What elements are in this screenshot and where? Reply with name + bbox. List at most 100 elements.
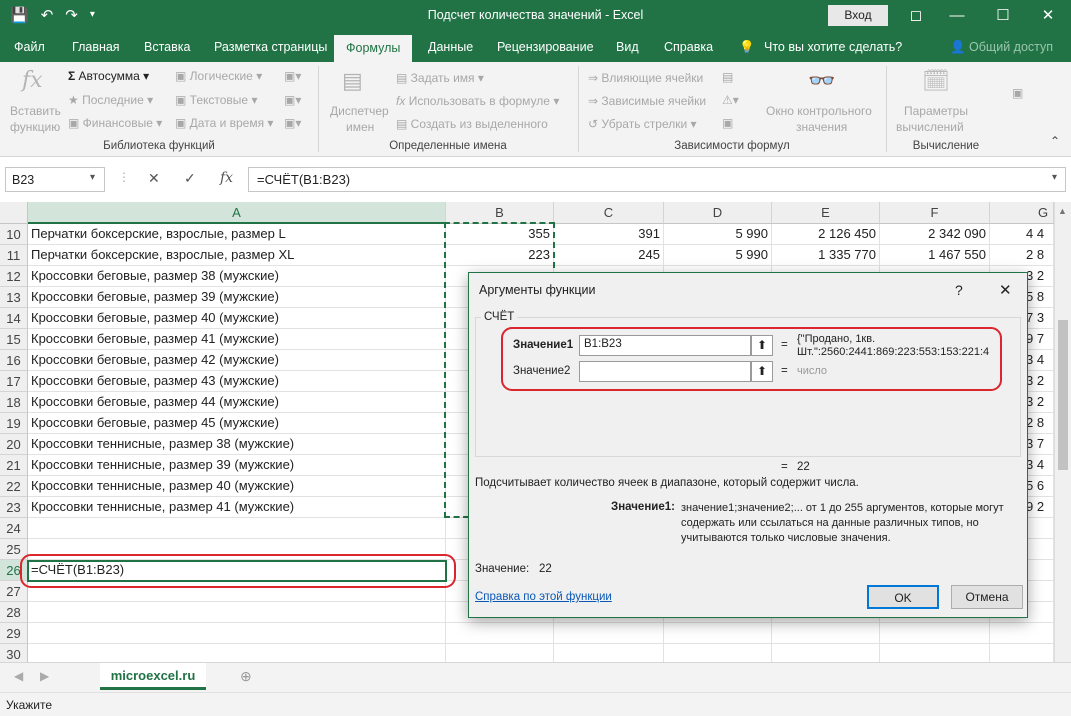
select-all-corner[interactable] xyxy=(0,202,28,224)
row-header[interactable]: 23 xyxy=(0,497,28,518)
row-header[interactable]: 21 xyxy=(0,455,28,476)
ribbon-display-icon[interactable]: ◻ xyxy=(893,0,939,32)
column-header-C[interactable]: C xyxy=(554,202,664,224)
confirm-entry-icon[interactable]: ✓ xyxy=(184,170,196,187)
sheet-tab-microexcel[interactable]: microexcel.ru xyxy=(100,663,206,690)
tab-home[interactable]: Главная xyxy=(70,32,122,62)
cancel-entry-icon[interactable]: ✕ xyxy=(148,170,160,187)
use-in-formula-button[interactable]: fx Использовать в формуле ▾ xyxy=(396,94,559,108)
tell-me-search[interactable]: Что вы хотите сделать? xyxy=(762,32,904,62)
vertical-scrollbar[interactable]: ▲ xyxy=(1054,202,1071,662)
tab-page-layout[interactable]: Разметка страницы xyxy=(212,32,329,62)
cell-f[interactable]: 2 342 090 xyxy=(880,224,990,245)
name-box-dropdown-icon[interactable]: ▾ xyxy=(90,172,95,183)
cell-a[interactable]: Кроссовки беговые, размер 43 (мужские) xyxy=(28,371,446,392)
cell-g[interactable]: 2 8 xyxy=(990,245,1054,266)
lookup-icon[interactable]: ▣▾ xyxy=(284,69,301,83)
cell-a[interactable]: Кроссовки беговые, размер 39 (мужские) xyxy=(28,287,446,308)
scroll-up-icon[interactable]: ▲ xyxy=(1058,206,1067,216)
prev-sheet-icon[interactable]: ◀ xyxy=(14,669,23,683)
cell-a[interactable]: Перчатки боксерские, взрослые, размер XL xyxy=(28,245,446,266)
insert-function-fx-icon[interactable]: fx xyxy=(220,170,233,186)
column-header-D[interactable]: D xyxy=(664,202,772,224)
insert-function-label2[interactable]: функцию xyxy=(10,120,60,134)
tab-insert[interactable]: Вставка xyxy=(142,32,192,62)
help-link[interactable]: Справка по этой функции xyxy=(475,591,612,603)
cell-a[interactable]: Кроссовки беговые, размер 38 (мужские) xyxy=(28,266,446,287)
dialog-close-icon[interactable]: ✕ xyxy=(999,281,1012,299)
arg2-input[interactable] xyxy=(579,361,751,382)
minimize-icon[interactable]: — xyxy=(934,0,980,32)
row-header[interactable]: 29 xyxy=(0,623,28,644)
expand-formula-bar-icon[interactable]: ▾ xyxy=(1052,172,1057,183)
column-header-E[interactable]: E xyxy=(772,202,880,224)
tab-data[interactable]: Данные xyxy=(426,32,475,62)
cancel-button[interactable]: Отмена xyxy=(951,585,1023,609)
cell-d[interactable]: 5 990 xyxy=(664,245,772,266)
calc-options-label2[interactable]: вычислений xyxy=(896,120,964,134)
tab-file[interactable]: Файл xyxy=(12,32,47,62)
ok-button[interactable]: OK xyxy=(867,585,939,609)
tab-formulas[interactable]: Формулы xyxy=(334,35,413,62)
cell-g[interactable]: 4 4 xyxy=(990,224,1054,245)
datetime-button[interactable]: ▣ Дата и время ▾ xyxy=(175,116,273,130)
column-header-B[interactable]: B xyxy=(446,202,554,224)
row-header[interactable]: 19 xyxy=(0,413,28,434)
row-header[interactable]: 17 xyxy=(0,371,28,392)
cell-a[interactable]: Кроссовки теннисные, размер 41 (мужские) xyxy=(28,497,446,518)
cell-a[interactable]: Кроссовки беговые, размер 41 (мужские) xyxy=(28,329,446,350)
cell-e[interactable] xyxy=(772,623,880,644)
evaluate-formula-icon[interactable]: ▣ xyxy=(722,116,733,130)
row-header[interactable]: 28 xyxy=(0,602,28,623)
name-manager-label1[interactable]: Диспетчер xyxy=(330,104,389,118)
collapse-ribbon-icon[interactable]: ⌃ xyxy=(1050,134,1060,148)
cell-a[interactable]: Кроссовки беговые, размер 45 (мужские) xyxy=(28,413,446,434)
cell-f[interactable] xyxy=(880,623,990,644)
logical-button[interactable]: ▣ Логические ▾ xyxy=(175,69,262,83)
column-header-A[interactable]: A xyxy=(28,202,446,224)
cell-d[interactable]: 5 990 xyxy=(664,224,772,245)
column-header-F[interactable]: F xyxy=(880,202,990,224)
arg1-collapse-icon[interactable]: ⬆ xyxy=(751,335,773,356)
help-icon[interactable]: ? xyxy=(955,282,963,298)
cell-a[interactable]: Кроссовки теннисные, размер 38 (мужские) xyxy=(28,434,446,455)
create-from-selection-button[interactable]: ▤ Создать из выделенного xyxy=(396,117,548,131)
arg2-collapse-icon[interactable]: ⬆ xyxy=(751,361,773,382)
cell-f[interactable]: 1 467 550 xyxy=(880,245,990,266)
next-sheet-icon[interactable]: ▶ xyxy=(40,669,49,683)
arg1-input[interactable]: B1:B23 xyxy=(579,335,751,356)
error-checking-icon[interactable]: ⚠▾ xyxy=(722,93,739,107)
close-icon[interactable]: ✕ xyxy=(1025,0,1071,32)
show-formulas-icon[interactable]: ▤ xyxy=(722,70,733,84)
row-header[interactable]: 24 xyxy=(0,518,28,539)
column-header-G[interactable]: G xyxy=(990,202,1054,224)
cell-a[interactable]: Кроссовки беговые, размер 42 (мужские) xyxy=(28,350,446,371)
login-button[interactable]: Вход xyxy=(828,5,888,26)
more-functions-icon[interactable]: ▣▾ xyxy=(284,116,301,130)
maximize-icon[interactable]: ☐ xyxy=(980,0,1026,32)
tab-view[interactable]: Вид xyxy=(614,32,641,62)
add-sheet-icon[interactable]: ⊕ xyxy=(240,668,252,685)
cell-e[interactable]: 1 335 770 xyxy=(772,245,880,266)
calc-now-icon[interactable]: ▣ xyxy=(1012,86,1023,100)
cell-a[interactable] xyxy=(28,518,446,539)
share-button[interactable]: 👤 Общий доступ xyxy=(948,32,1055,62)
row-header[interactable]: 14 xyxy=(0,308,28,329)
financial-button[interactable]: ▣ Финансовые ▾ xyxy=(68,116,162,130)
insert-function-icon[interactable]: fx xyxy=(22,68,43,93)
formula-input[interactable]: =СЧЁТ(B1:B23) xyxy=(248,167,1066,192)
cell-a[interactable]: Кроссовки теннисные, размер 40 (мужские) xyxy=(28,476,446,497)
cell-c[interactable] xyxy=(554,623,664,644)
math-icon[interactable]: ▣▾ xyxy=(284,93,301,107)
cell-c[interactable]: 391 xyxy=(554,224,664,245)
cell-a[interactable]: Кроссовки беговые, размер 44 (мужские) xyxy=(28,392,446,413)
row-header[interactable]: 15 xyxy=(0,329,28,350)
autosum-button[interactable]: Σ Автосумма ▾ xyxy=(68,69,149,83)
row-header[interactable]: 18 xyxy=(0,392,28,413)
cell-b[interactable] xyxy=(446,623,554,644)
calc-options-label1[interactable]: Параметры xyxy=(904,104,968,118)
tab-help[interactable]: Справка xyxy=(662,32,715,62)
cell-a[interactable]: Перчатки боксерские, взрослые, размер L xyxy=(28,224,446,245)
row-header[interactable]: 20 xyxy=(0,434,28,455)
row-header[interactable]: 11 xyxy=(0,245,28,266)
